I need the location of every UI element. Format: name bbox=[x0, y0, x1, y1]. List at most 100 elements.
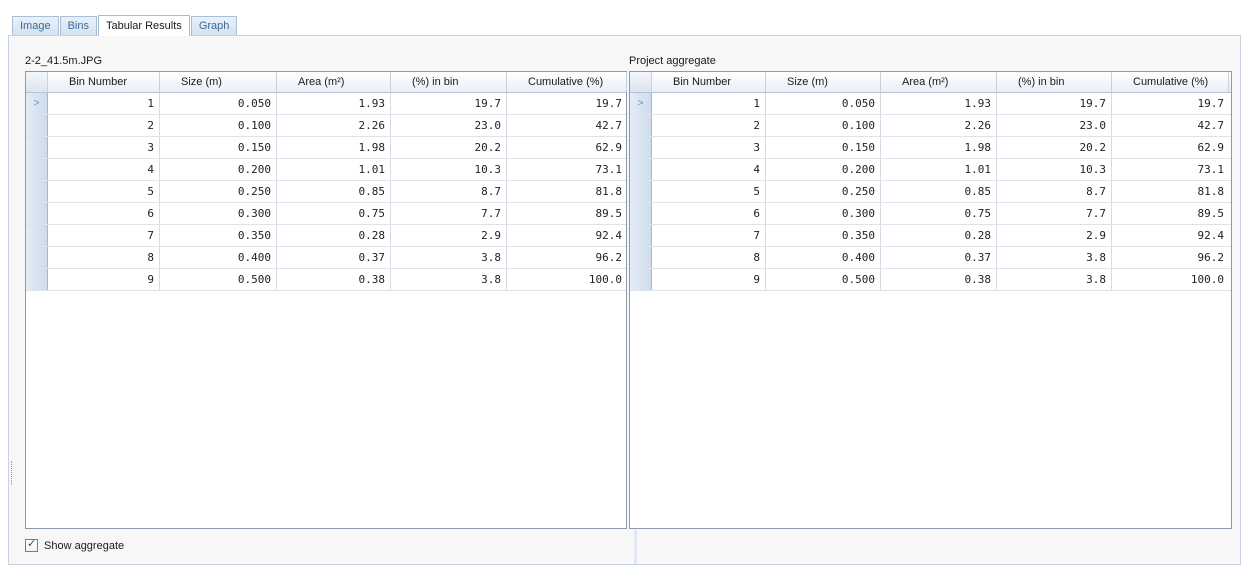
row-selector[interactable] bbox=[26, 247, 48, 268]
size-cell[interactable]: 0.500 bbox=[766, 269, 881, 290]
percent-in-bin-cell[interactable]: 2.9 bbox=[391, 225, 507, 246]
column-header-size[interactable]: Size (m) bbox=[160, 72, 277, 92]
row-selector[interactable] bbox=[630, 203, 652, 224]
column-header-cumulative[interactable]: Cumulative (%) bbox=[1112, 72, 1229, 92]
size-cell[interactable]: 0.150 bbox=[766, 137, 881, 158]
area-cell[interactable]: 1.98 bbox=[881, 137, 997, 158]
table-row[interactable]: 4 0.200 1.01 10.3 73.1 bbox=[26, 159, 626, 181]
table-row[interactable]: 7 0.350 0.28 2.9 92.4 bbox=[630, 225, 1231, 247]
percent-in-bin-cell[interactable]: 10.3 bbox=[391, 159, 507, 180]
row-selector[interactable] bbox=[26, 269, 48, 290]
table-row[interactable]: >1 0.050 1.93 19.7 19.7 bbox=[26, 93, 626, 115]
table-row[interactable]: 6 0.300 0.75 7.7 89.5 bbox=[26, 203, 626, 225]
area-cell[interactable]: 0.37 bbox=[277, 247, 391, 268]
percent-in-bin-cell[interactable]: 2.9 bbox=[997, 225, 1112, 246]
bin-number-cell[interactable]: 8 bbox=[48, 247, 160, 268]
tab-tabular-results[interactable]: Tabular Results bbox=[97, 15, 190, 36]
area-cell[interactable]: 1.01 bbox=[277, 159, 391, 180]
table-row[interactable]: 2 0.100 2.26 23.0 42.7 bbox=[26, 115, 626, 137]
row-selector[interactable] bbox=[630, 269, 652, 290]
percent-in-bin-cell[interactable]: 23.0 bbox=[391, 115, 507, 136]
area-cell[interactable]: 0.38 bbox=[277, 269, 391, 290]
column-header-bin-number[interactable]: Bin Number bbox=[48, 72, 160, 92]
image-results-table[interactable]: Bin Number Size (m) Area (m²) (%) in bin… bbox=[25, 71, 627, 529]
area-cell[interactable]: 2.26 bbox=[277, 115, 391, 136]
row-selector[interactable]: > bbox=[26, 93, 48, 114]
cumulative-cell[interactable]: 73.1 bbox=[507, 159, 627, 180]
splitter-grip[interactable] bbox=[11, 461, 14, 485]
bin-number-cell[interactable]: 1 bbox=[48, 93, 160, 114]
bin-number-cell[interactable]: 4 bbox=[652, 159, 766, 180]
percent-in-bin-cell[interactable]: 10.3 bbox=[997, 159, 1112, 180]
area-cell[interactable]: 1.98 bbox=[277, 137, 391, 158]
area-cell[interactable]: 0.75 bbox=[881, 203, 997, 224]
bin-number-cell[interactable]: 5 bbox=[652, 181, 766, 202]
table-row[interactable]: 9 0.500 0.38 3.8 100.0 bbox=[630, 269, 1231, 291]
size-cell[interactable]: 0.400 bbox=[766, 247, 881, 268]
row-selector[interactable] bbox=[26, 225, 48, 246]
area-cell[interactable]: 2.26 bbox=[881, 115, 997, 136]
column-header-bin-number[interactable]: Bin Number bbox=[652, 72, 766, 92]
area-cell[interactable]: 0.37 bbox=[881, 247, 997, 268]
show-aggregate-option[interactable]: ✓ Show aggregate bbox=[25, 537, 124, 552]
size-cell[interactable]: 0.350 bbox=[766, 225, 881, 246]
area-cell[interactable]: 0.28 bbox=[881, 225, 997, 246]
size-cell[interactable]: 0.200 bbox=[766, 159, 881, 180]
bin-number-cell[interactable]: 4 bbox=[48, 159, 160, 180]
percent-in-bin-cell[interactable]: 20.2 bbox=[997, 137, 1112, 158]
cumulative-cell[interactable]: 19.7 bbox=[507, 93, 627, 114]
bin-number-cell[interactable]: 9 bbox=[652, 269, 766, 290]
cumulative-cell[interactable]: 62.9 bbox=[1112, 137, 1229, 158]
column-header-percent-in-bin[interactable]: (%) in bin bbox=[391, 72, 507, 92]
cumulative-cell[interactable]: 96.2 bbox=[507, 247, 627, 268]
show-aggregate-label[interactable]: Show aggregate bbox=[44, 540, 124, 552]
row-selector[interactable] bbox=[26, 181, 48, 202]
bin-number-cell[interactable]: 7 bbox=[652, 225, 766, 246]
bin-number-cell[interactable]: 6 bbox=[652, 203, 766, 224]
size-cell[interactable]: 0.050 bbox=[160, 93, 277, 114]
size-cell[interactable]: 0.500 bbox=[160, 269, 277, 290]
size-cell[interactable]: 0.250 bbox=[160, 181, 277, 202]
column-header-area[interactable]: Area (m²) bbox=[277, 72, 391, 92]
area-cell[interactable]: 1.01 bbox=[881, 159, 997, 180]
row-selector[interactable] bbox=[26, 159, 48, 180]
size-cell[interactable]: 0.350 bbox=[160, 225, 277, 246]
cumulative-cell[interactable]: 19.7 bbox=[1112, 93, 1229, 114]
percent-in-bin-cell[interactable]: 7.7 bbox=[997, 203, 1112, 224]
cumulative-cell[interactable]: 62.9 bbox=[507, 137, 627, 158]
area-cell[interactable]: 0.38 bbox=[881, 269, 997, 290]
size-cell[interactable]: 0.100 bbox=[766, 115, 881, 136]
table-row[interactable]: 6 0.300 0.75 7.7 89.5 bbox=[630, 203, 1231, 225]
cumulative-cell[interactable]: 92.4 bbox=[507, 225, 627, 246]
cumulative-cell[interactable]: 100.0 bbox=[1112, 269, 1229, 290]
show-aggregate-checkbox[interactable]: ✓ bbox=[25, 537, 38, 552]
cumulative-cell[interactable]: 89.5 bbox=[1112, 203, 1229, 224]
size-cell[interactable]: 0.200 bbox=[160, 159, 277, 180]
percent-in-bin-cell[interactable]: 3.8 bbox=[997, 247, 1112, 268]
tab-image[interactable]: Image bbox=[12, 16, 59, 35]
percent-in-bin-cell[interactable]: 19.7 bbox=[997, 93, 1112, 114]
table-row[interactable]: 4 0.200 1.01 10.3 73.1 bbox=[630, 159, 1231, 181]
row-selector[interactable] bbox=[630, 115, 652, 136]
row-selector[interactable] bbox=[630, 247, 652, 268]
bin-number-cell[interactable]: 2 bbox=[652, 115, 766, 136]
bin-number-cell[interactable]: 2 bbox=[48, 115, 160, 136]
area-cell[interactable]: 0.85 bbox=[277, 181, 391, 202]
percent-in-bin-cell[interactable]: 7.7 bbox=[391, 203, 507, 224]
size-cell[interactable]: 0.300 bbox=[160, 203, 277, 224]
area-cell[interactable]: 0.85 bbox=[881, 181, 997, 202]
cumulative-cell[interactable]: 73.1 bbox=[1112, 159, 1229, 180]
size-cell[interactable]: 0.050 bbox=[766, 93, 881, 114]
percent-in-bin-cell[interactable]: 20.2 bbox=[391, 137, 507, 158]
area-cell[interactable]: 0.75 bbox=[277, 203, 391, 224]
cumulative-cell[interactable]: 89.5 bbox=[507, 203, 627, 224]
area-cell[interactable]: 1.93 bbox=[277, 93, 391, 114]
bin-number-cell[interactable]: 3 bbox=[652, 137, 766, 158]
size-cell[interactable]: 0.250 bbox=[766, 181, 881, 202]
cumulative-cell[interactable]: 42.7 bbox=[1112, 115, 1229, 136]
percent-in-bin-cell[interactable]: 3.8 bbox=[391, 247, 507, 268]
table-row[interactable]: 2 0.100 2.26 23.0 42.7 bbox=[630, 115, 1231, 137]
column-header-size[interactable]: Size (m) bbox=[766, 72, 881, 92]
row-selector[interactable] bbox=[630, 159, 652, 180]
bin-number-cell[interactable]: 8 bbox=[652, 247, 766, 268]
